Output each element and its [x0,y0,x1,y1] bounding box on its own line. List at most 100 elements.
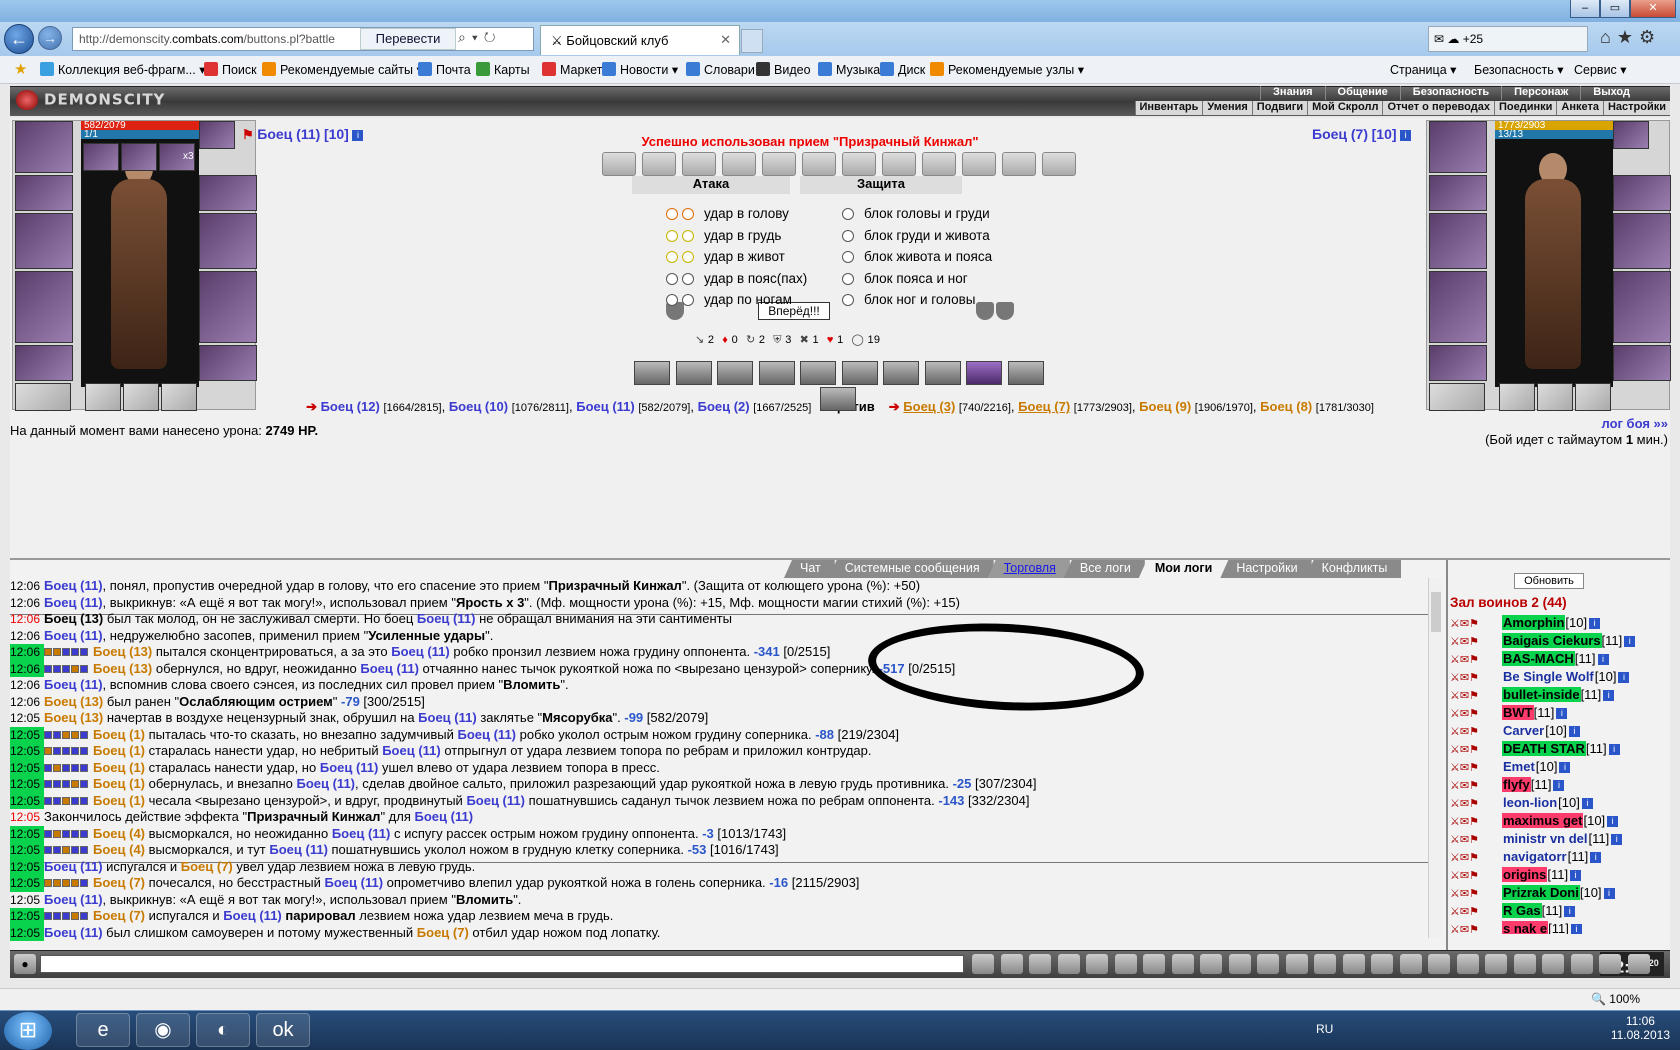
shield-icon[interactable] [976,302,994,320]
chat-scrollbar[interactable] [1428,578,1442,938]
info-icon[interactable]: i [1568,726,1580,737]
tab-5[interactable]: Настройки [1220,560,1312,578]
scroll-slot[interactable] [1042,152,1076,176]
scroll-slot[interactable] [962,152,996,176]
fighter-name[interactable]: Боец (11) [320,760,379,775]
radio-icon[interactable] [682,251,694,263]
fighter-name[interactable]: Боец (11) [44,925,103,940]
close-window-icon[interactable]: ✕ [1630,0,1676,18]
player-name[interactable]: BAS-MACH [1502,651,1575,666]
start-button[interactable]: ⊞ [4,1012,52,1050]
player-name[interactable]: flyfy [1502,777,1531,792]
fighter-name[interactable]: Боец (11) [296,776,355,791]
radio-icon[interactable] [842,229,854,242]
fighter-name[interactable]: Боец (11) [360,661,419,676]
ie-taskbar-icon[interactable]: e [76,1013,130,1047]
maximize-icon[interactable]: ▭ [1600,0,1630,18]
bracers-slot[interactable] [1429,175,1487,211]
scroll-slot[interactable] [842,152,876,176]
fighter-name[interactable]: Боец (11) [466,793,525,808]
skill-icon[interactable] [820,387,856,411]
info-icon[interactable]: i [1570,870,1582,881]
right-player-name[interactable]: Боец (7) [1312,126,1368,142]
submenu-item[interactable]: Мой Скролл [1307,101,1382,115]
belt-slot[interactable] [1429,345,1487,381]
scroll-slot[interactable] [722,152,756,176]
team-member[interactable]: Боец (12) [321,399,380,414]
radio-icon[interactable] [682,229,694,242]
room-player[interactable]: ⚔✉⚑ leon-lion[10] i [1450,794,1670,812]
battle-log-link[interactable]: лог боя »» [1601,416,1668,431]
bracers-slot[interactable] [15,175,73,211]
room-player[interactable]: ⚔✉⚑ maximus get[10] i [1450,812,1670,830]
tab-fight-club[interactable]: ⚔ Бойцовский клуб ✕ [540,25,740,55]
home-icon[interactable]: ⌂ [1600,27,1617,47]
language-indicator[interactable]: RU [1316,1022,1333,1036]
info-icon[interactable]: i [1611,834,1623,845]
team-member[interactable]: Боец (2) [698,399,750,414]
info-icon[interactable]: i [1618,672,1630,683]
radio-icon[interactable] [682,208,694,220]
info-icon[interactable]: i [1556,708,1568,719]
fighter-name[interactable]: Боец (11) [44,595,103,610]
toolbar-icon[interactable] [1029,954,1051,974]
fighter-name[interactable]: Боец (4) [93,826,145,841]
gear-icon[interactable]: ⚙ [1639,27,1661,47]
command-menu[interactable]: Сервис ▾ [1574,62,1627,77]
player-name[interactable]: Amorphin [1502,615,1566,630]
room-player[interactable]: ⚔✉⚑ Prizrak Doni[10] i [1450,884,1670,902]
toolbar-icon[interactable] [1599,954,1621,974]
favorite-link[interactable]: Рекомендуемые узлы ▾ [930,62,1084,77]
armor-slot[interactable] [1429,271,1487,343]
player-name[interactable]: ministr vn del [1502,831,1589,846]
tab-3[interactable]: Все логи [1063,560,1145,578]
submenu-item[interactable]: Анкета [1556,101,1603,115]
menu-item[interactable]: Персонаж [1501,86,1580,100]
fighter-name[interactable]: Боец (1) [93,727,145,742]
info-icon[interactable]: i [1603,690,1615,701]
fighter-name[interactable]: Боец (11) [391,644,450,659]
pants-slot[interactable] [199,271,257,343]
toolbar-icon[interactable] [1114,954,1137,974]
toolbar-icon[interactable] [1542,954,1564,974]
skill-icon[interactable] [924,361,961,385]
submenu-item[interactable]: Настройки [1602,101,1670,115]
minimize-icon[interactable]: – [1570,0,1600,18]
radio-icon[interactable] [666,208,678,220]
left-player-name[interactable]: Боец (11) [257,126,320,142]
info-icon[interactable]: i [1553,780,1565,791]
fighter-name[interactable]: Боец (11) [44,578,103,593]
radio-icon[interactable] [842,294,854,306]
favorites-star-icon[interactable]: ★ [14,60,27,78]
star-icon[interactable]: ★ [1617,27,1639,47]
toolbar-icon[interactable] [1200,954,1222,974]
room-player[interactable]: ⚔✉⚑ BAS-MACH[11] i [1450,650,1670,668]
command-menu[interactable]: Страница ▾ [1390,62,1456,77]
room-player[interactable]: ⚔✉⚑ flyfy[11] i [1450,776,1670,794]
info-icon[interactable]: i [352,130,364,141]
forward-button[interactable]: → [38,26,62,50]
left-player-avatar[interactable] [81,139,199,387]
defense-option[interactable]: блок груди и живота [842,228,990,248]
menu-item[interactable]: Общение [1324,86,1400,100]
refresh-button[interactable]: Обновить [1514,573,1584,589]
new-tab-button[interactable] [741,29,763,53]
info-icon[interactable]: i [1624,636,1636,647]
toolbar-icon[interactable] [1285,954,1308,974]
defense-option[interactable]: блок ног и головы [842,292,976,312]
favorite-link[interactable]: Поиск [204,62,257,77]
favorite-link[interactable]: Видео [756,62,811,77]
radio-icon[interactable] [842,272,854,285]
radio-icon[interactable] [682,294,694,306]
tab-0[interactable]: Чат [784,560,835,578]
fighter-name[interactable]: Боец (11) [44,892,103,907]
scroll-slot[interactable] [642,152,676,176]
fighter-name[interactable]: Боец (13) [93,661,152,676]
menu-item[interactable]: Выход [1580,86,1642,100]
favorite-link[interactable]: Словари [686,62,755,77]
toolbar-icon[interactable] [1000,954,1023,974]
info-icon[interactable]: i [1400,130,1412,141]
info-icon[interactable]: i [1589,618,1601,629]
menu-item[interactable]: Знания [1260,86,1324,100]
fighter-name[interactable]: Боец (11) [44,628,103,643]
